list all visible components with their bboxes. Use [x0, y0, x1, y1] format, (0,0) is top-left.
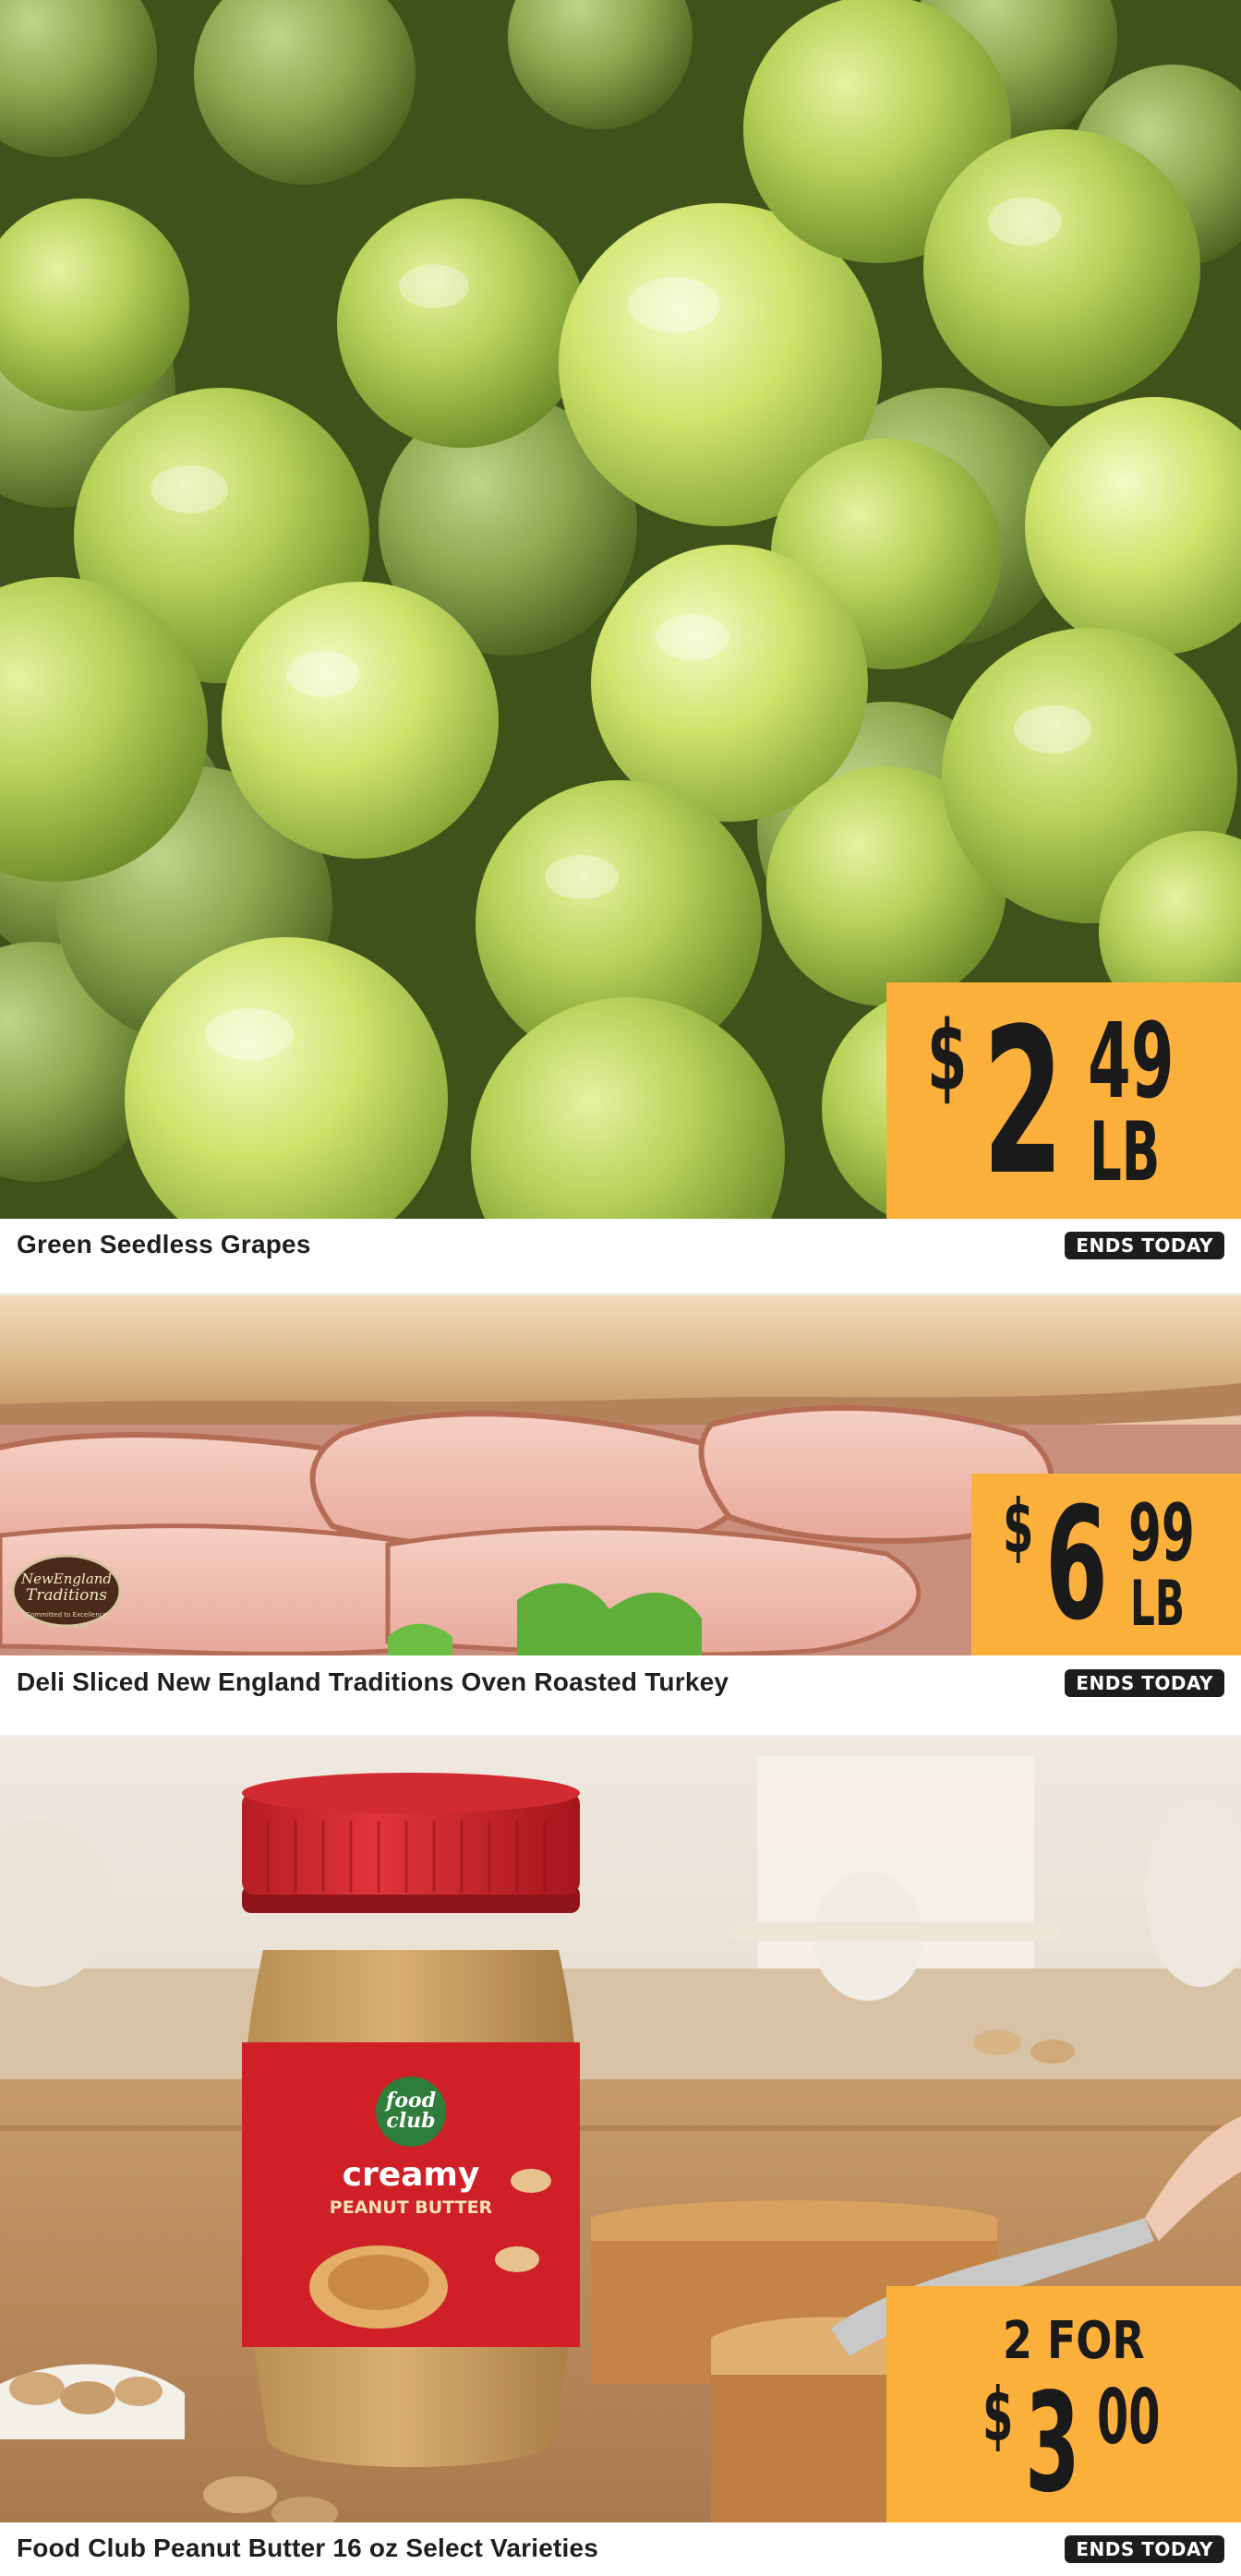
price-cents: 49 — [1088, 1002, 1175, 1122]
deal-card-peanut-butter[interactable]: food club creamy PEANUT BUTTER 2 FOR $ 3… — [0, 1738, 1241, 2576]
price-cents: 00 — [1097, 2374, 1161, 2462]
price-dollars: 2 — [982, 986, 1064, 1220]
product-name[interactable]: Green Seedless Grapes — [17, 1230, 311, 1259]
caption-row: Food Club Peanut Butter 16 oz Select Var… — [0, 2522, 1241, 2576]
deal-card-turkey[interactable]: NewEngland Traditions Committed to Excel… — [0, 1295, 1241, 1735]
price-dollar-sign: $ — [1003, 1484, 1034, 1570]
price-unit: LB — [1090, 1104, 1161, 1199]
price-tag: $ 6 99 LB — [971, 1474, 1241, 1655]
price-unit: LB — [1130, 1568, 1186, 1641]
price-dollar-sign: $ — [982, 2372, 1014, 2458]
price-cents: 99 — [1128, 1487, 1195, 1580]
svg-text:club: club — [386, 2109, 435, 2133]
new-england-traditions-logo-icon: NewEngland Traditions Committed to Excel… — [11, 1554, 122, 1628]
ends-today-badge: ENDS TODAY — [1065, 1669, 1224, 1697]
svg-text:Committed to Excellence: Committed to Excellence — [26, 1611, 107, 1619]
caption-row: Deli Sliced New England Traditions Oven … — [0, 1655, 1241, 1735]
price-quantity: 2 FOR — [1003, 2311, 1145, 2371]
price-tag: 2 FOR $ 3 00 — [886, 2286, 1241, 2522]
price-dollars: 3 — [1025, 2364, 1080, 2522]
svg-text:PEANUT BUTTER: PEANUT BUTTER — [330, 2197, 493, 2218]
product-name[interactable]: Food Club Peanut Butter 16 oz Select Var… — [17, 2534, 598, 2563]
svg-text:NewEngland: NewEngland — [20, 1571, 112, 1587]
price-dollar-sign: $ — [927, 1000, 968, 1113]
price-tag: $ 2 49 LB — [886, 982, 1241, 1219]
svg-text:creamy: creamy — [343, 2156, 480, 2194]
deal-card-grapes[interactable]: $ 2 49 LB Green Seedless Grapes ENDS TOD… — [0, 0, 1241, 1293]
price-dollars: 6 — [1045, 1474, 1108, 1655]
product-name[interactable]: Deli Sliced New England Traditions Oven … — [17, 1667, 729, 1697]
svg-text:Traditions: Traditions — [26, 1586, 107, 1605]
caption-row: Green Seedless Grapes ENDS TODAY — [0, 1219, 1241, 1293]
ends-today-badge: ENDS TODAY — [1065, 1232, 1224, 1259]
ends-today-badge: ENDS TODAY — [1065, 2535, 1224, 2563]
